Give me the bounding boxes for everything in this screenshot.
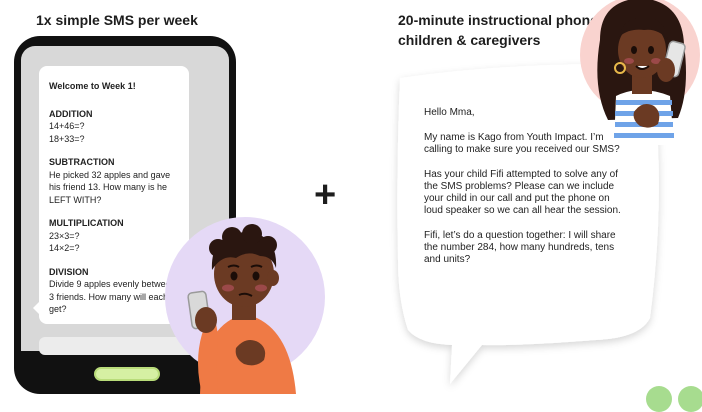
decorative-dot (646, 386, 672, 412)
decorative-dot (678, 386, 702, 412)
call-paragraph: Has your child Fifi attempted to solve a… (424, 169, 621, 216)
woman-on-phone-illustration (580, 0, 700, 145)
call-paragraph: Fifi, let’s do a question together: I wi… (424, 230, 616, 265)
